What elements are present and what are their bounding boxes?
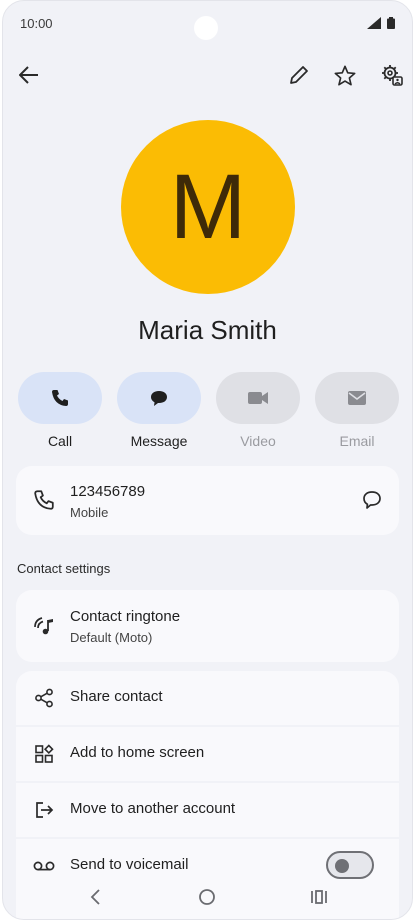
add-to-home-screen-label: Add to home screen [70, 744, 205, 761]
chat-bubble-icon [363, 491, 381, 509]
message-label: Message [130, 433, 188, 449]
navigation-bar [3, 881, 412, 917]
video-button [216, 372, 300, 424]
ringtone-value: Default (Moto) [70, 630, 153, 645]
signal-icon [367, 16, 381, 34]
move-to-another-account-row[interactable]: Move to another account [16, 783, 399, 838]
battery-icon [387, 16, 395, 34]
circle-icon [199, 889, 215, 905]
video-label: Video [240, 433, 276, 449]
recents-icon [311, 890, 327, 904]
arrow-back-icon [19, 66, 38, 84]
add-to-home-screen-row[interactable]: Add to home screen [16, 727, 399, 782]
send-to-voicemail-label: Send to voicemail [70, 856, 189, 873]
widgets-icon [32, 742, 56, 766]
move-icon [32, 798, 56, 822]
avatar-initial: M [169, 155, 247, 258]
call-action[interactable]: Call [18, 372, 102, 449]
contact-settings-button[interactable] [378, 61, 406, 89]
back-button[interactable] [15, 61, 43, 89]
ringtone-icon [32, 614, 56, 638]
video-action: Video [216, 372, 300, 449]
share-contact-row[interactable]: Share contact [16, 671, 399, 726]
favorite-button[interactable] [331, 61, 359, 89]
move-to-another-account-label: Move to another account [70, 800, 236, 817]
call-label: Call [47, 433, 73, 449]
share-icon [32, 686, 56, 710]
edit-button[interactable] [285, 61, 313, 89]
contact-details-screen: 10:00 M Maria Smith Call Message Video E… [2, 0, 413, 920]
message-button[interactable] [117, 372, 201, 424]
video-icon [248, 392, 268, 404]
status-bar: 10:00 [3, 1, 412, 45]
phone-type: Mobile [70, 505, 109, 520]
phone-icon [32, 488, 56, 512]
toggle-knob [335, 859, 349, 873]
manage-accounts-icon [382, 65, 403, 86]
email-action: Email [315, 372, 399, 449]
nav-back-button[interactable] [83, 885, 107, 909]
send-message-button[interactable] [360, 488, 384, 512]
nav-recents-button[interactable] [307, 885, 331, 909]
star-icon [334, 65, 356, 86]
email-icon [348, 391, 366, 405]
contact-name: Maria Smith [138, 315, 277, 345]
phone-icon [52, 390, 68, 406]
chevron-left-icon [90, 889, 100, 905]
email-label: Email [339, 433, 375, 449]
contact-avatar: M [121, 120, 295, 294]
ringtone-title: Contact ringtone [70, 608, 181, 625]
phone-number-card[interactable]: 123456789 Mobile [16, 466, 399, 535]
message-action[interactable]: Message [117, 372, 201, 449]
camera-cutout [194, 16, 218, 40]
contact-settings-heading: Contact settings [17, 561, 111, 576]
pencil-icon [290, 66, 308, 84]
voicemail-icon [32, 854, 56, 878]
call-button[interactable] [18, 372, 102, 424]
status-time: 10:00 [20, 16, 53, 31]
send-to-voicemail-toggle[interactable] [326, 851, 374, 879]
email-button [315, 372, 399, 424]
contact-ringtone-row[interactable]: Contact ringtone Default (Moto) [16, 590, 399, 662]
message-icon [151, 391, 167, 406]
nav-home-button[interactable] [195, 885, 219, 909]
share-contact-label: Share contact [70, 688, 163, 705]
phone-number: 123456789 [70, 483, 146, 500]
